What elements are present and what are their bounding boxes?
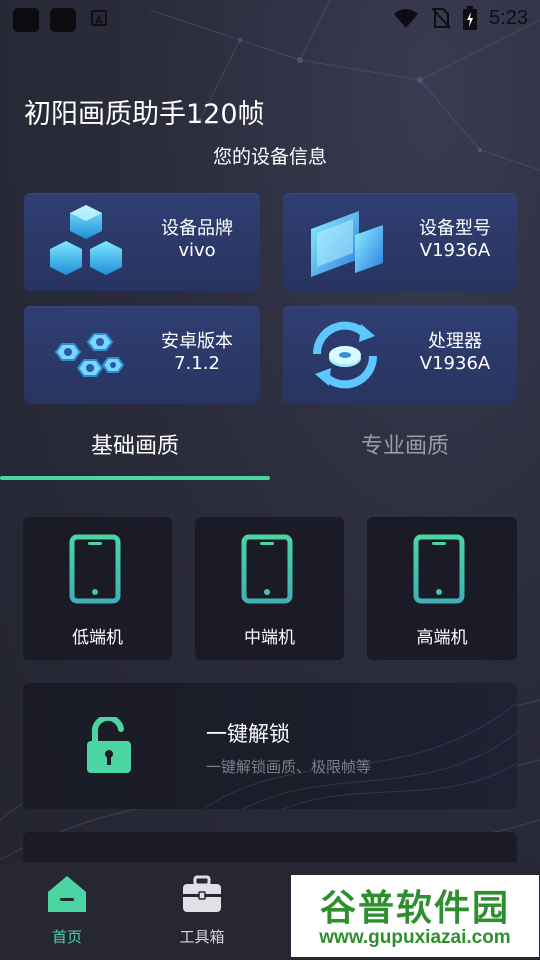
device-brand-label: 设备品牌 [161,218,233,239]
tab-pro-quality[interactable]: 专业画质 [270,412,540,476]
watermark-url: www.gupuxiazai.com [319,927,511,948]
nav-label-home: 首页 [51,928,82,946]
watermark-logo: 谷普软件园 www.gupuxiazai.com [291,875,539,957]
one-click-unlock-card[interactable]: 一键解锁 一键解锁画质、极限帧等 [23,683,517,809]
phone-icon [413,534,465,604]
notification-square-icon [13,8,39,32]
unlock-padlock-icon [87,717,131,773]
android-version-label: 安卓版本 [161,331,233,352]
tab-basic-quality[interactable]: 基础画质 [0,412,270,476]
notification-square-icon [50,8,76,32]
tier-label-low: 低端机 [72,628,123,648]
processor-value: V1936A [419,353,491,374]
nuts-icon [54,333,125,377]
tier-card-high[interactable]: 高端机 [367,517,517,660]
battery-charging-icon [463,6,478,30]
phone-icon [69,534,121,604]
tier-card-low[interactable]: 低端机 [23,517,172,660]
wifi-icon [394,9,419,28]
tier-label-mid: 中端机 [244,628,295,648]
nav-item-toolbox[interactable]: 工具箱 [152,862,252,960]
refresh-chip-icon [312,321,378,389]
processor-label: 处理器 [428,331,482,352]
toolbox-icon [183,875,221,912]
active-tab-indicator [0,476,270,480]
device-brand-card: 设备品牌 vivo [24,193,260,291]
phone-icon [241,534,293,604]
status-icons: 5:23 [393,4,528,32]
tier-card-mid[interactable]: 中端机 [195,517,344,660]
nav-label-toolbox: 工具箱 [179,928,225,946]
android-version-value: 7.1.2 [174,353,220,374]
home-icon [48,876,86,912]
status-bar: 5:23 [0,0,540,36]
tier-label-high: 高端机 [416,628,468,648]
screens-icon [311,211,383,277]
device-model-label: 设备型号 [419,218,491,239]
device-model-card: 设备型号 V1936A [283,193,517,291]
device-model-value: V1936A [419,240,491,261]
no-sim-icon [431,7,451,29]
device-brand-value: vivo [178,240,216,261]
watermark-title: 谷普软件园 [319,888,510,929]
android-version-card: 安卓版本 7.1.2 [24,306,260,404]
app-title: 初阳画质助手120帧 [24,99,265,130]
nav-item-home[interactable]: 首页 [17,862,117,960]
device-info-title: 您的设备信息 [212,146,327,168]
unlock-title: 一键解锁 [206,722,290,746]
unlock-subtitle: 一键解锁画质、极限帧等 [206,758,372,776]
android-a-icon [91,10,107,27]
cubes-icon [50,205,122,275]
status-time: 5:23 [489,6,528,29]
processor-card: 处理器 V1936A [283,306,517,404]
quality-tabs: 基础画质 专业画质 [0,412,540,480]
